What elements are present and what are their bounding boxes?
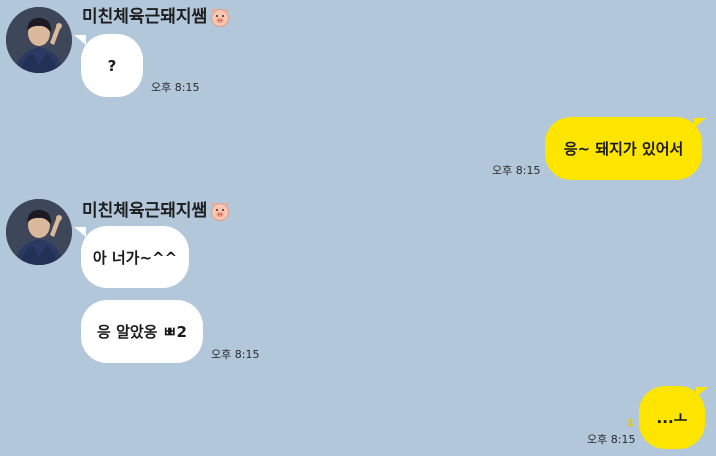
message-text: 응 알았옹 ㅃ2 [97, 323, 187, 341]
profile-avatar[interactable] [6, 7, 72, 73]
sender-name: 미친체육근돼지쌤 [82, 6, 231, 28]
message-bubble[interactable]: 응 알았옹 ㅃ2 [81, 300, 203, 363]
message-text: 응~ 돼지가 있어서 [563, 140, 684, 158]
message-bubble[interactable]: 아 너가~^^ [81, 226, 189, 288]
message-time: 오후 8:15 [492, 164, 541, 177]
message-text: ...ㅗ [656, 409, 688, 427]
message-text: 아 너가~^^ [92, 248, 178, 267]
sender-name: 미친체육근돼지쌤 [82, 200, 231, 222]
message-time: 오후 8:15 [587, 433, 636, 446]
message-bubble[interactable]: 응~ 돼지가 있어서 [545, 117, 702, 180]
profile-avatar[interactable] [6, 199, 72, 265]
message-bubble[interactable]: ? [81, 34, 143, 97]
chat-room: 미친체육근돼지쌤 ? 오후 8:15 응~ 돼지가 있어서 오후 8:15 미친… [0, 0, 716, 456]
unread-count: 1 [627, 418, 634, 429]
bubble-tail [74, 227, 86, 237]
message-time: 오후 8:15 [151, 81, 200, 94]
pig-face-icon [211, 8, 230, 27]
message-text: ? [107, 56, 117, 75]
pig-face-icon [211, 202, 230, 221]
message-time: 오후 8:15 [211, 348, 260, 361]
message-bubble[interactable]: ...ㅗ [639, 386, 705, 449]
bubble-tail [74, 35, 86, 45]
